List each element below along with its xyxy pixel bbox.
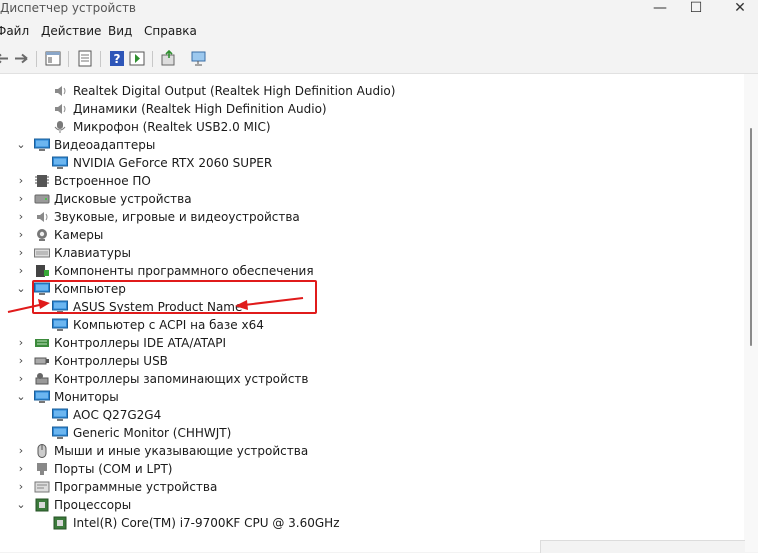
annotation-arrow-right [235, 297, 304, 310]
annotation-arrows [7, 297, 304, 313]
annotation-arrow-left [7, 299, 50, 313]
